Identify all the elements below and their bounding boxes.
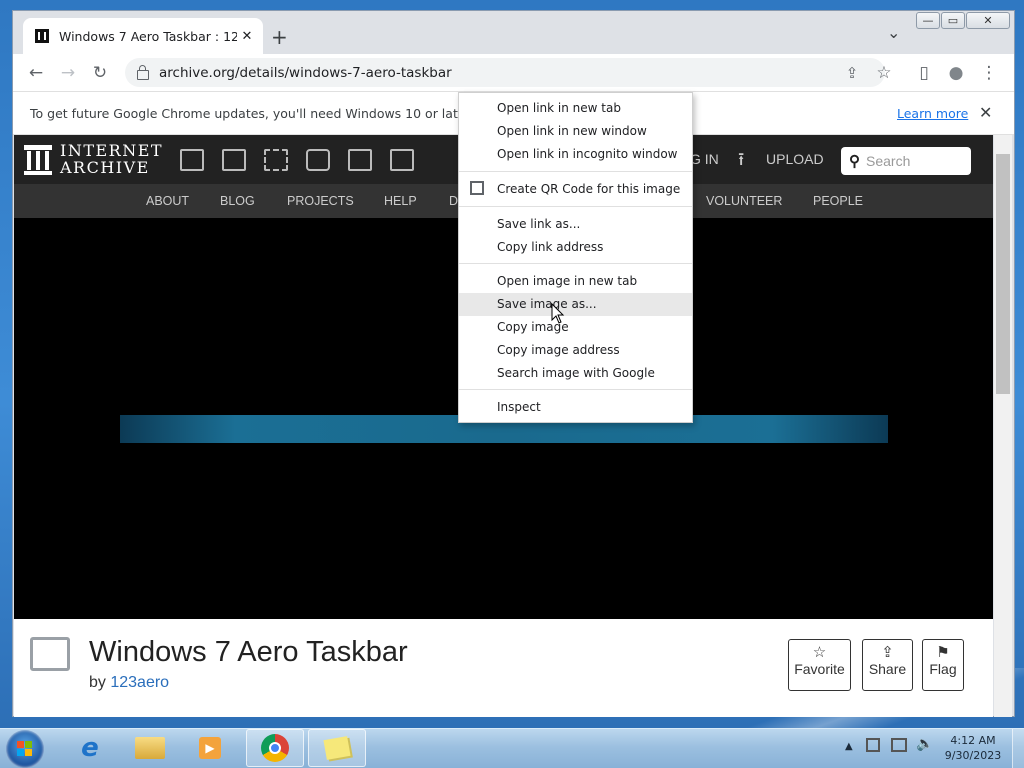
nav-donate[interactable]: D: [449, 184, 458, 218]
system-clock[interactable]: 4:12 AM 9/30/2023: [940, 733, 1006, 765]
maximize-button[interactable]: ▭: [941, 12, 965, 29]
tab-close-icon[interactable]: ✕: [237, 29, 257, 44]
flag-button[interactable]: ⚑ Flag: [922, 639, 964, 691]
nav-people[interactable]: PEOPLE: [813, 184, 863, 218]
browser-tab[interactable]: Windows 7 Aero Taskbar : 123aero ✕: [23, 18, 263, 54]
share-icon[interactable]: ⇪: [838, 54, 866, 91]
chrome-icon: [261, 734, 289, 762]
forward-icon[interactable]: →: [54, 54, 82, 91]
chrome-taskbar-button[interactable]: [246, 729, 304, 767]
menu-save-link-as[interactable]: Save link as...: [459, 213, 692, 236]
volume-icon[interactable]: 🔈: [916, 736, 933, 752]
folder-icon: [135, 737, 165, 759]
address-bar[interactable]: archive.org/details/windows-7-aero-taskb…: [125, 58, 885, 87]
star-icon: ☆: [812, 644, 827, 661]
clock-time: 4:12 AM: [950, 734, 996, 747]
author-link[interactable]: 123aero: [110, 674, 169, 691]
menu-copy-image-address[interactable]: Copy image address: [459, 339, 692, 362]
favorite-button[interactable]: ☆ Favorite: [788, 639, 851, 691]
menu-open-link-new-tab[interactable]: Open link in new tab: [459, 97, 692, 120]
learn-more-link[interactable]: Learn more: [897, 106, 968, 121]
scrollbar-thumb[interactable]: [996, 154, 1010, 394]
profile-avatar-icon[interactable]: ●: [942, 54, 970, 91]
upload-link[interactable]: UPLOAD: [766, 151, 824, 167]
menu-copy-link-address[interactable]: Copy link address: [459, 236, 692, 259]
menu-separator: [459, 206, 692, 207]
flag-icon: ⚑: [936, 644, 950, 661]
search-placeholder: Search: [866, 153, 911, 169]
context-menu: Open link in new tab Open link in new wi…: [458, 92, 693, 423]
nav-help[interactable]: HELP: [384, 184, 417, 218]
menu-open-link-incognito[interactable]: Open link in incognito window: [459, 143, 692, 166]
nav-blog[interactable]: BLOG: [220, 184, 255, 218]
network-icon[interactable]: [891, 738, 907, 752]
show-desktop-button[interactable]: [1012, 729, 1024, 768]
share-icon: ⇪: [881, 644, 894, 661]
new-tab-button[interactable]: +: [271, 25, 288, 49]
sticky-notes-icon: [323, 736, 351, 760]
media-player-icon: ▶: [199, 737, 221, 759]
nav-volunteer[interactable]: VOLUNTEER: [706, 184, 782, 218]
url-text: archive.org/details/windows-7-aero-taskb…: [159, 64, 452, 81]
texts-icon[interactable]: [222, 149, 246, 171]
browser-toolbar: ← → ↻ archive.org/details/windows-7-aero…: [13, 54, 1014, 91]
audio-icon[interactable]: [306, 149, 330, 171]
side-panel-icon[interactable]: ▯: [910, 54, 938, 91]
bookmark-star-icon[interactable]: ☆: [870, 54, 898, 91]
internet-explorer-taskbar-button[interactable]: e: [66, 729, 114, 767]
nav-about[interactable]: ABOUT: [146, 184, 189, 218]
item-details: Windows 7 Aero Taskbar by 123aero ☆ Favo…: [14, 619, 993, 717]
mouse-cursor-icon: [551, 303, 565, 324]
menu-open-image-new-tab[interactable]: Open image in new tab: [459, 270, 692, 293]
action-center-icon[interactable]: [866, 738, 880, 752]
nav-projects[interactable]: PROJECTS: [287, 184, 354, 218]
tab-title: Windows 7 Aero Taskbar : 123aero: [59, 28, 237, 44]
menu-save-image-as[interactable]: Save image as...: [459, 293, 692, 316]
image-type-icon: [30, 637, 70, 671]
lock-icon: [137, 64, 149, 80]
menu-separator: [459, 389, 692, 390]
flag-label: Flag: [929, 661, 957, 677]
share-button[interactable]: ⇪ Share: [862, 639, 913, 691]
ia-logo-line2: ARCHIVE: [60, 158, 150, 177]
infobar-close-icon[interactable]: ✕: [979, 103, 992, 122]
sticky-notes-taskbar-button[interactable]: [308, 729, 366, 767]
images-icon[interactable]: [390, 149, 414, 171]
archive-favicon-icon: [35, 29, 49, 43]
tab-search-icon[interactable]: ⌄: [887, 23, 900, 42]
start-button[interactable]: [6, 730, 44, 768]
favorite-label: Favorite: [794, 661, 845, 677]
clock-date: 9/30/2023: [944, 749, 1002, 762]
software-icon[interactable]: [348, 149, 372, 171]
menu-inspect[interactable]: Inspect: [459, 396, 692, 419]
show-hidden-icons[interactable]: ▲: [845, 741, 853, 752]
by-label: by: [89, 674, 106, 691]
internet-explorer-icon: e: [81, 733, 99, 763]
share-label: Share: [868, 661, 907, 677]
menu-separator: [459, 263, 692, 264]
web-icon[interactable]: [180, 149, 204, 171]
ia-logo-text[interactable]: INTERNET ARCHIVE: [60, 142, 163, 176]
video-icon[interactable]: [264, 149, 288, 171]
ia-logo-line1: INTERNET: [60, 141, 164, 160]
reload-icon[interactable]: ↻: [86, 54, 114, 91]
menu-copy-image[interactable]: Copy image: [459, 316, 692, 339]
signin-link[interactable]: G IN: [690, 151, 719, 167]
infobar-message: To get future Google Chrome updates, you…: [30, 106, 497, 121]
site-search-input[interactable]: ⚲ Search: [841, 147, 971, 175]
upload-icon[interactable]: ⭱: [738, 147, 744, 177]
menu-separator: [459, 171, 692, 172]
explorer-taskbar-button[interactable]: [126, 729, 174, 767]
item-title: Windows 7 Aero Taskbar: [89, 636, 408, 668]
menu-search-image-google[interactable]: Search image with Google: [459, 362, 692, 385]
chrome-menu-icon[interactable]: ⋮: [975, 54, 1003, 91]
menu-open-link-new-window[interactable]: Open link in new window: [459, 120, 692, 143]
media-player-taskbar-button[interactable]: ▶: [186, 729, 234, 767]
ia-logo-icon[interactable]: [24, 145, 52, 175]
minimize-button[interactable]: —: [916, 12, 940, 29]
close-window-button[interactable]: ✕: [966, 12, 1010, 29]
back-icon[interactable]: ←: [22, 54, 50, 91]
search-icon: ⚲: [849, 153, 860, 170]
menu-create-qr-code[interactable]: Create QR Code for this image: [459, 178, 692, 201]
